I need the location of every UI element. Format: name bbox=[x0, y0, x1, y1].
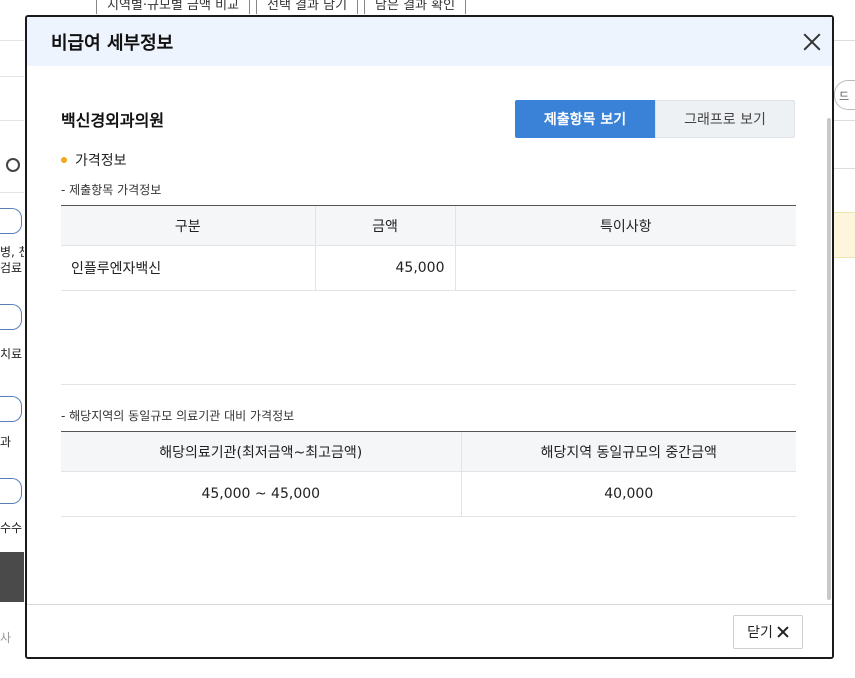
bg-highlight-row bbox=[834, 212, 855, 258]
col-header-category: 구분 bbox=[61, 205, 315, 246]
bg-divider bbox=[834, 168, 855, 169]
section-divider bbox=[61, 384, 796, 385]
detail-modal: 비급여 세부정보 백신경외과의원 제출항목 보기 그래프로 보기 가격정보 - … bbox=[25, 15, 834, 659]
bg-nav-compare[interactable]: 지역별·규모별 금액 비교 bbox=[96, 0, 250, 14]
cell-price-range: 45,000 ~ 45,000 bbox=[61, 471, 461, 517]
bg-nav-add[interactable]: 선택 결과 담기 bbox=[256, 0, 359, 14]
regional-subtitle: - 해당지역의 동일규모 의료기관 대비 가격정보 bbox=[61, 409, 295, 423]
col-header-range: 해당의료기관(최저금액~최고금액) bbox=[61, 431, 461, 472]
section-title: 가격정보 bbox=[61, 150, 127, 170]
bg-divider bbox=[0, 40, 24, 41]
hospital-name: 백신경외과의원 bbox=[61, 111, 165, 130]
cell-amount: 45,000 bbox=[314, 245, 455, 291]
bg-divider bbox=[0, 192, 24, 193]
hospital-row: 백신경외과의원 제출항목 보기 그래프로 보기 bbox=[61, 100, 795, 138]
view-items-button[interactable]: 제출항목 보기 bbox=[515, 100, 655, 138]
close-button-label: 닫기 bbox=[747, 625, 773, 641]
modal-body: 백신경외과의원 제출항목 보기 그래프로 보기 가격정보 - 제출항목 가격정보… bbox=[27, 66, 832, 604]
table-row: 45,000 ~ 45,000 40,000 bbox=[61, 471, 796, 517]
background-left-panel: 병, 천 검료 치료 과 수수 사 bbox=[0, 0, 24, 678]
bg-left-label: 검료 bbox=[0, 261, 23, 275]
bg-left-label: 사 bbox=[0, 631, 12, 645]
cell-median-price: 40,000 bbox=[460, 471, 796, 517]
table-header-row: 구분 금액 특이사항 bbox=[61, 205, 796, 246]
submitted-price-table: 구분 금액 특이사항 인플루엔자백신 45,000 bbox=[61, 205, 796, 291]
close-icon bbox=[777, 626, 789, 638]
background-top-nav: 지역별·규모별 금액 비교 선택 결과 담기 담은 결과 확인 bbox=[96, 0, 472, 14]
bg-left-label: 과 bbox=[0, 435, 12, 449]
treatment-icon[interactable] bbox=[0, 304, 22, 330]
bullet-icon bbox=[61, 157, 67, 163]
col-header-amount: 금액 bbox=[314, 205, 455, 246]
regional-price-table: 해당의료기관(최저금액~최고금액) 해당지역 동일규모의 중간금액 45,000… bbox=[61, 431, 796, 517]
bg-left-label: 병, 천 bbox=[0, 245, 24, 259]
cell-note bbox=[454, 245, 796, 291]
bg-divider bbox=[834, 40, 855, 41]
document-icon[interactable] bbox=[0, 478, 22, 504]
table-row: 인플루엔자백신 45,000 bbox=[61, 245, 796, 291]
submitted-subtitle: - 제출항목 가격정보 bbox=[61, 183, 162, 197]
table-header-row: 해당의료기관(최저금액~최고금액) 해당지역 동일규모의 중간금액 bbox=[61, 431, 796, 472]
bg-divider bbox=[0, 120, 24, 121]
bg-right-button[interactable]: 드 bbox=[834, 80, 855, 110]
view-toggle: 제출항목 보기 그래프로 보기 bbox=[515, 100, 795, 138]
bg-divider bbox=[0, 76, 24, 77]
bg-dark-panel bbox=[0, 552, 24, 602]
bg-left-label: 수수 bbox=[0, 521, 23, 535]
close-icon[interactable] bbox=[800, 30, 824, 54]
section-title-text: 가격정보 bbox=[75, 153, 127, 169]
cell-item-name: 인플루엔자백신 bbox=[61, 245, 315, 291]
search-icon[interactable] bbox=[6, 158, 20, 172]
tooth-icon[interactable] bbox=[0, 396, 22, 422]
col-header-median: 해당지역 동일규모의 중간금액 bbox=[460, 431, 796, 472]
bg-left-label: 치료 bbox=[0, 347, 23, 361]
bg-nav-view[interactable]: 담은 결과 확인 bbox=[364, 0, 467, 14]
category-icon[interactable] bbox=[0, 208, 22, 234]
modal-title: 비급여 세부정보 bbox=[51, 32, 174, 54]
bg-divider bbox=[834, 120, 855, 121]
close-button[interactable]: 닫기 bbox=[733, 615, 803, 649]
modal-footer: 닫기 bbox=[27, 604, 832, 657]
col-header-note: 특이사항 bbox=[454, 205, 796, 246]
view-graph-button[interactable]: 그래프로 보기 bbox=[655, 100, 795, 138]
modal-header: 비급여 세부정보 bbox=[27, 17, 832, 66]
scrollbar[interactable] bbox=[827, 118, 831, 600]
